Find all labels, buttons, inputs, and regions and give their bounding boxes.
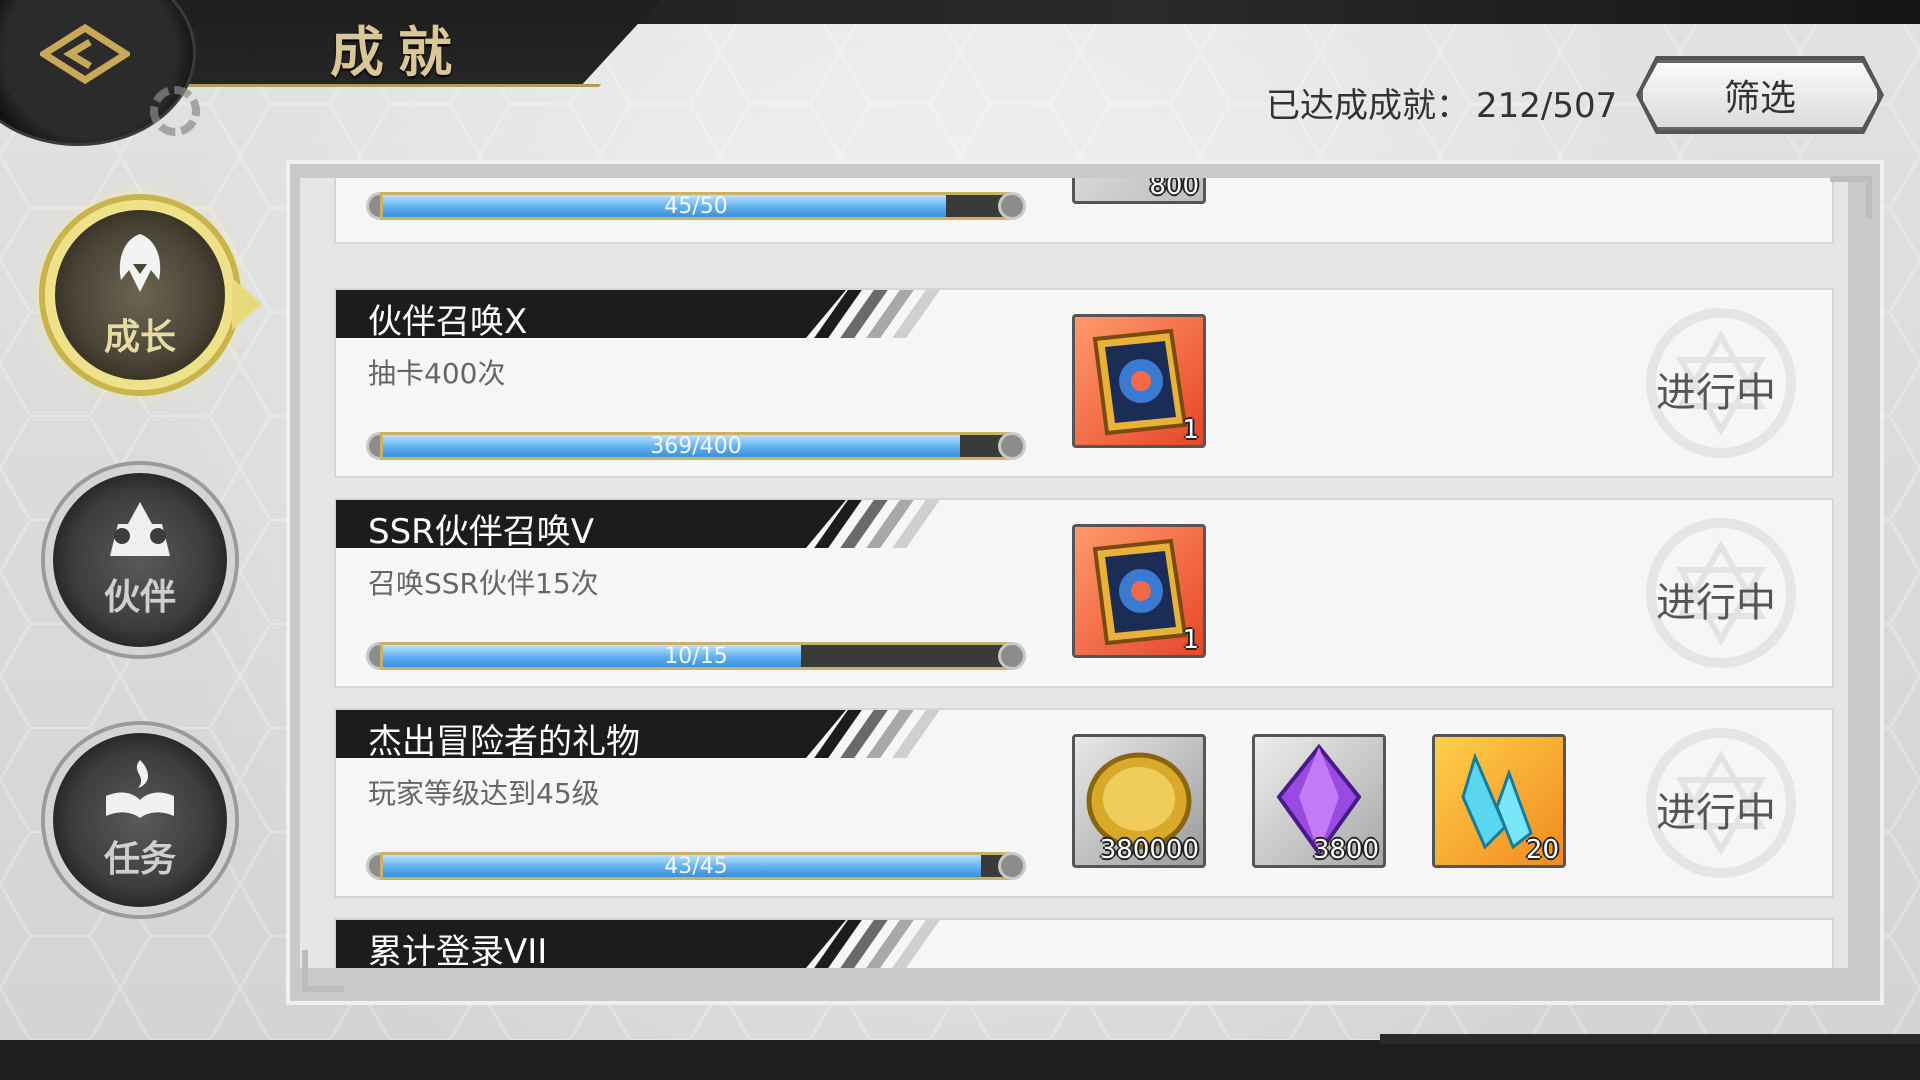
progress-cap-right xyxy=(998,852,1026,880)
reward-item[interactable]: 3800 xyxy=(1252,734,1386,868)
progress-track: 45/50 xyxy=(380,192,1012,220)
achievement-row: 累计登录VII xyxy=(334,918,1834,968)
achievement-row: 45/50 800 xyxy=(334,178,1834,244)
progress-text: 45/50 xyxy=(664,193,728,219)
active-tab-arrow xyxy=(232,278,262,330)
achievement-header: 累计登录VII xyxy=(336,920,846,968)
reward-item[interactable]: 800 xyxy=(1072,178,1206,204)
achievement-title: 累计登录VII xyxy=(368,932,548,968)
status-label: 进行中 xyxy=(1656,580,1776,626)
achievement-row: SSR伙伴召唤V 召唤SSR伙伴15次 10/15 1 进行中 xyxy=(334,498,1834,688)
header-stripes xyxy=(814,290,940,338)
tab-task[interactable]: 任务 xyxy=(45,725,235,915)
achievement-progress-label: 已达成成就： xyxy=(1266,86,1470,126)
reward-qty: 800 xyxy=(1149,178,1199,201)
hooded-figure-icon xyxy=(119,234,161,292)
bottom-bar-accent xyxy=(1380,1034,1920,1044)
status-label: 进行中 xyxy=(1656,790,1776,836)
progress-track: 369/400 xyxy=(380,432,1012,460)
tab-partner[interactable]: 伙伴 xyxy=(45,465,235,655)
achievement-header: SSR伙伴召唤V xyxy=(336,500,846,552)
progress-bar: 43/45 xyxy=(366,848,1026,884)
progress-cap-right xyxy=(998,432,1026,460)
progress-cap-right xyxy=(998,192,1026,220)
filter-button[interactable]: 筛选 xyxy=(1640,60,1880,130)
achievement-header: 伙伴召唤X xyxy=(336,290,846,342)
progress-text: 10/15 xyxy=(664,643,728,669)
achievement-progress-value: 212/507 xyxy=(1476,86,1618,126)
achievement-desc: 抽卡400次 xyxy=(368,357,506,390)
achievement-title: 杰出冒险者的礼物 xyxy=(368,722,640,762)
achievement-row: 伙伴召唤X 抽卡400次 369/400 1 进行中 xyxy=(334,288,1834,478)
tab-partner-label: 伙伴 xyxy=(103,577,176,618)
reward-qty: 380000 xyxy=(1099,835,1199,865)
reward-qty: 3800 xyxy=(1312,835,1379,865)
open-book-flame-icon xyxy=(106,760,174,818)
progress-text: 369/400 xyxy=(650,433,742,459)
header-stripes xyxy=(814,920,940,968)
achievement-title: SSR伙伴召唤V xyxy=(368,512,595,552)
reward-qty: 20 xyxy=(1525,835,1559,865)
tab-growth[interactable]: 成长 xyxy=(45,200,235,390)
panel-corner xyxy=(302,950,344,992)
progress-bar: 45/50 xyxy=(366,188,1026,224)
reward-item[interactable]: 1 xyxy=(1072,314,1206,448)
progress-bar: 10/15 xyxy=(366,638,1026,674)
tab-growth-label: 成长 xyxy=(103,317,176,358)
panel-corner xyxy=(1830,176,1872,218)
achievement-list[interactable]: 45/50 800 伙伴召唤X 抽卡400次 369/400 1 进行中 SSR… xyxy=(300,178,1848,968)
progress-track: 10/15 xyxy=(380,642,1012,670)
reward-item[interactable]: 380000 xyxy=(1072,734,1206,868)
filter-button-label: 筛选 xyxy=(1723,78,1796,119)
reward-item[interactable]: 20 xyxy=(1432,734,1566,868)
back-arrow-icon xyxy=(37,23,133,85)
party-members-icon xyxy=(110,502,170,556)
achievement-header: 杰出冒险者的礼物 xyxy=(336,710,846,762)
progress-text: 43/45 xyxy=(664,853,728,879)
page-title: 成就 xyxy=(330,20,466,84)
status-label: 进行中 xyxy=(1656,370,1776,416)
achievement-title: 伙伴召唤X xyxy=(368,302,528,342)
header-stripes xyxy=(814,710,940,758)
achievement-desc: 召唤SSR伙伴15次 xyxy=(368,567,599,600)
progress-cap-right xyxy=(998,642,1026,670)
reward-qty: 1 xyxy=(1182,415,1199,445)
progress-bar: 369/400 xyxy=(366,428,1026,464)
gear-icon xyxy=(150,86,200,136)
tab-task-label: 任务 xyxy=(103,839,176,880)
achievement-desc: 玩家等级达到45级 xyxy=(368,777,600,810)
progress-track: 43/45 xyxy=(380,852,1012,880)
bottom-bar xyxy=(0,1040,1920,1080)
reward-item[interactable]: 1 xyxy=(1072,524,1206,658)
header-stripes xyxy=(814,500,940,548)
back-button[interactable] xyxy=(37,23,133,85)
achievement-row: 杰出冒险者的礼物 玩家等级达到45级 43/45 380000 3800 20 … xyxy=(334,708,1834,898)
achievement-progress: 已达成成就： 212/507 xyxy=(1260,78,1617,127)
reward-qty: 1 xyxy=(1182,625,1199,655)
